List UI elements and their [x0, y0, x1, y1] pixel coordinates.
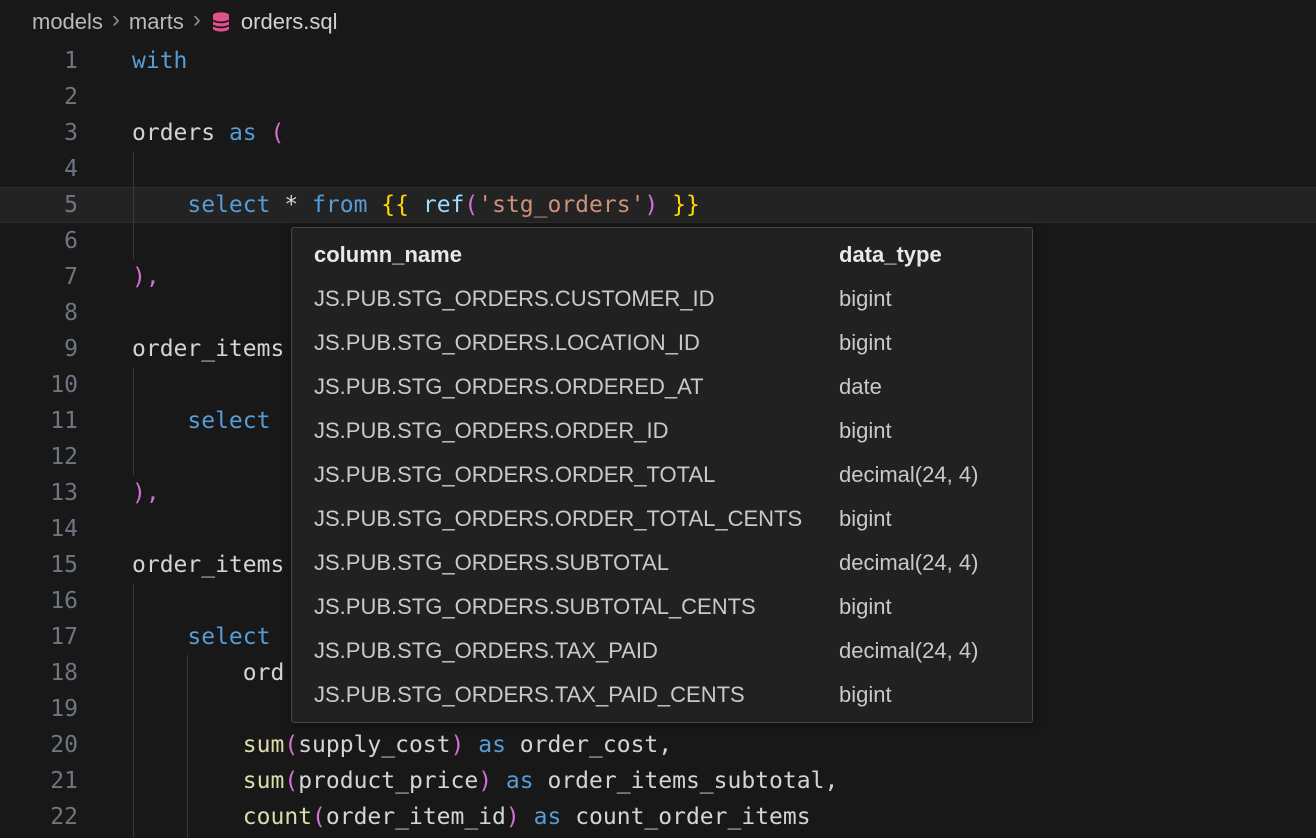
code-text: select * from {{ ref('stg_orders') }} [132, 187, 700, 223]
hover-popup: column_name data_type JS.PUB.STG_ORDERS.… [291, 227, 1033, 723]
popup-row: JS.PUB.STG_ORDERS.LOCATION_IDbigint [292, 321, 1032, 365]
line-number: 19 [0, 691, 78, 727]
line-number: 4 [0, 151, 78, 187]
code-text: ), [132, 475, 160, 511]
code-text: ), [132, 259, 160, 295]
line-number: 7 [0, 259, 78, 295]
code-line[interactable]: 1 with [0, 43, 1316, 79]
line-number: 1 [0, 43, 78, 79]
popup-row: JS.PUB.STG_ORDERS.ORDER_TOTAL_CENTSbigin… [292, 497, 1032, 541]
line-number: 5 [0, 187, 78, 223]
column-name-cell: JS.PUB.STG_ORDERS.ORDERED_AT [314, 365, 839, 409]
data-type-cell: decimal(24, 4) [839, 453, 1010, 497]
code-text: sum(product_price) as order_items_subtot… [132, 763, 838, 799]
column-name-cell: JS.PUB.STG_ORDERS.LOCATION_ID [314, 321, 839, 365]
code-line[interactable]: 22 count(order_item_id) as count_order_i… [0, 799, 1316, 835]
code-text: ord [132, 655, 284, 691]
popup-row: JS.PUB.STG_ORDERS.SUBTOTALdecimal(24, 4) [292, 541, 1032, 585]
data-type-cell: decimal(24, 4) [839, 629, 1010, 673]
data-type-cell: bigint [839, 409, 1010, 453]
column-name-cell: JS.PUB.STG_ORDERS.ORDER_TOTAL_CENTS [314, 497, 839, 541]
column-name-cell: JS.PUB.STG_ORDERS.TAX_PAID_CENTS [314, 673, 839, 717]
popup-row: JS.PUB.STG_ORDERS.ORDER_TOTALdecimal(24,… [292, 453, 1032, 497]
data-type-cell: bigint [839, 321, 1010, 365]
code-text: orders as ( [132, 115, 284, 151]
code-text: with [132, 43, 187, 79]
chevron-separator-icon: › [193, 6, 201, 34]
popup-row: JS.PUB.STG_ORDERS.ORDER_IDbigint [292, 409, 1032, 453]
line-number: 17 [0, 619, 78, 655]
chevron-separator-icon: › [112, 6, 120, 34]
line-number: 15 [0, 547, 78, 583]
code-text: order_items [132, 547, 284, 583]
line-number: 10 [0, 367, 78, 403]
breadcrumb: models › marts › orders.sql [0, 0, 1316, 43]
code-line[interactable]: 5 select * from {{ ref('stg_orders') }} [0, 187, 1316, 223]
line-number: 11 [0, 403, 78, 439]
code-text: order_items [132, 331, 284, 367]
line-number: 20 [0, 727, 78, 763]
popup-row: JS.PUB.STG_ORDERS.TAX_PAIDdecimal(24, 4) [292, 629, 1032, 673]
popup-header-data-type: data_type [839, 233, 1010, 277]
column-name-cell: JS.PUB.STG_ORDERS.SUBTOTAL [314, 541, 839, 585]
data-type-cell: date [839, 365, 1010, 409]
line-number: 3 [0, 115, 78, 151]
breadcrumb-item-file[interactable]: orders.sql [241, 9, 338, 35]
data-type-cell: decimal(24, 4) [839, 541, 1010, 585]
popup-row: JS.PUB.STG_ORDERS.CUSTOMER_IDbigint [292, 277, 1032, 321]
line-number: 21 [0, 763, 78, 799]
line-number: 9 [0, 331, 78, 367]
code-text: count(order_item_id) as count_order_item… [132, 799, 811, 835]
code-line[interactable]: 2 [0, 79, 1316, 115]
line-number: 12 [0, 439, 78, 475]
column-name-cell: JS.PUB.STG_ORDERS.TAX_PAID [314, 629, 839, 673]
popup-row: JS.PUB.STG_ORDERS.SUBTOTAL_CENTSbigint [292, 585, 1032, 629]
line-number: 2 [0, 79, 78, 115]
code-text: select [132, 619, 270, 655]
breadcrumb-item-marts[interactable]: marts [129, 9, 184, 35]
data-type-cell: bigint [839, 673, 1010, 717]
breadcrumb-item-models[interactable]: models [32, 9, 103, 35]
code-line[interactable]: 20 sum(supply_cost) as order_cost, [0, 727, 1316, 763]
code-text: select [132, 403, 270, 439]
code-line[interactable]: 4 [0, 151, 1316, 187]
code-line[interactable]: 3 orders as ( [0, 115, 1316, 151]
line-number: 16 [0, 583, 78, 619]
line-number: 6 [0, 223, 78, 259]
column-name-cell: JS.PUB.STG_ORDERS.ORDER_TOTAL [314, 453, 839, 497]
data-type-cell: bigint [839, 585, 1010, 629]
line-number: 13 [0, 475, 78, 511]
data-type-cell: bigint [839, 497, 1010, 541]
popup-rows: JS.PUB.STG_ORDERS.CUSTOMER_IDbigintJS.PU… [292, 277, 1032, 717]
line-number: 14 [0, 511, 78, 547]
column-name-cell: JS.PUB.STG_ORDERS.SUBTOTAL_CENTS [314, 585, 839, 629]
code-line[interactable]: 21 sum(product_price) as order_items_sub… [0, 763, 1316, 799]
line-number: 8 [0, 295, 78, 331]
column-name-cell: JS.PUB.STG_ORDERS.CUSTOMER_ID [314, 277, 839, 321]
popup-row: JS.PUB.STG_ORDERS.TAX_PAID_CENTSbigint [292, 673, 1032, 717]
popup-header-column-name: column_name [314, 233, 839, 277]
line-number: 22 [0, 799, 78, 835]
data-type-cell: bigint [839, 277, 1010, 321]
database-icon [209, 10, 233, 34]
line-number: 18 [0, 655, 78, 691]
code-text: sum(supply_cost) as order_cost, [132, 727, 672, 763]
popup-header-row: column_name data_type [292, 233, 1032, 277]
column-name-cell: JS.PUB.STG_ORDERS.ORDER_ID [314, 409, 839, 453]
popup-row: JS.PUB.STG_ORDERS.ORDERED_ATdate [292, 365, 1032, 409]
